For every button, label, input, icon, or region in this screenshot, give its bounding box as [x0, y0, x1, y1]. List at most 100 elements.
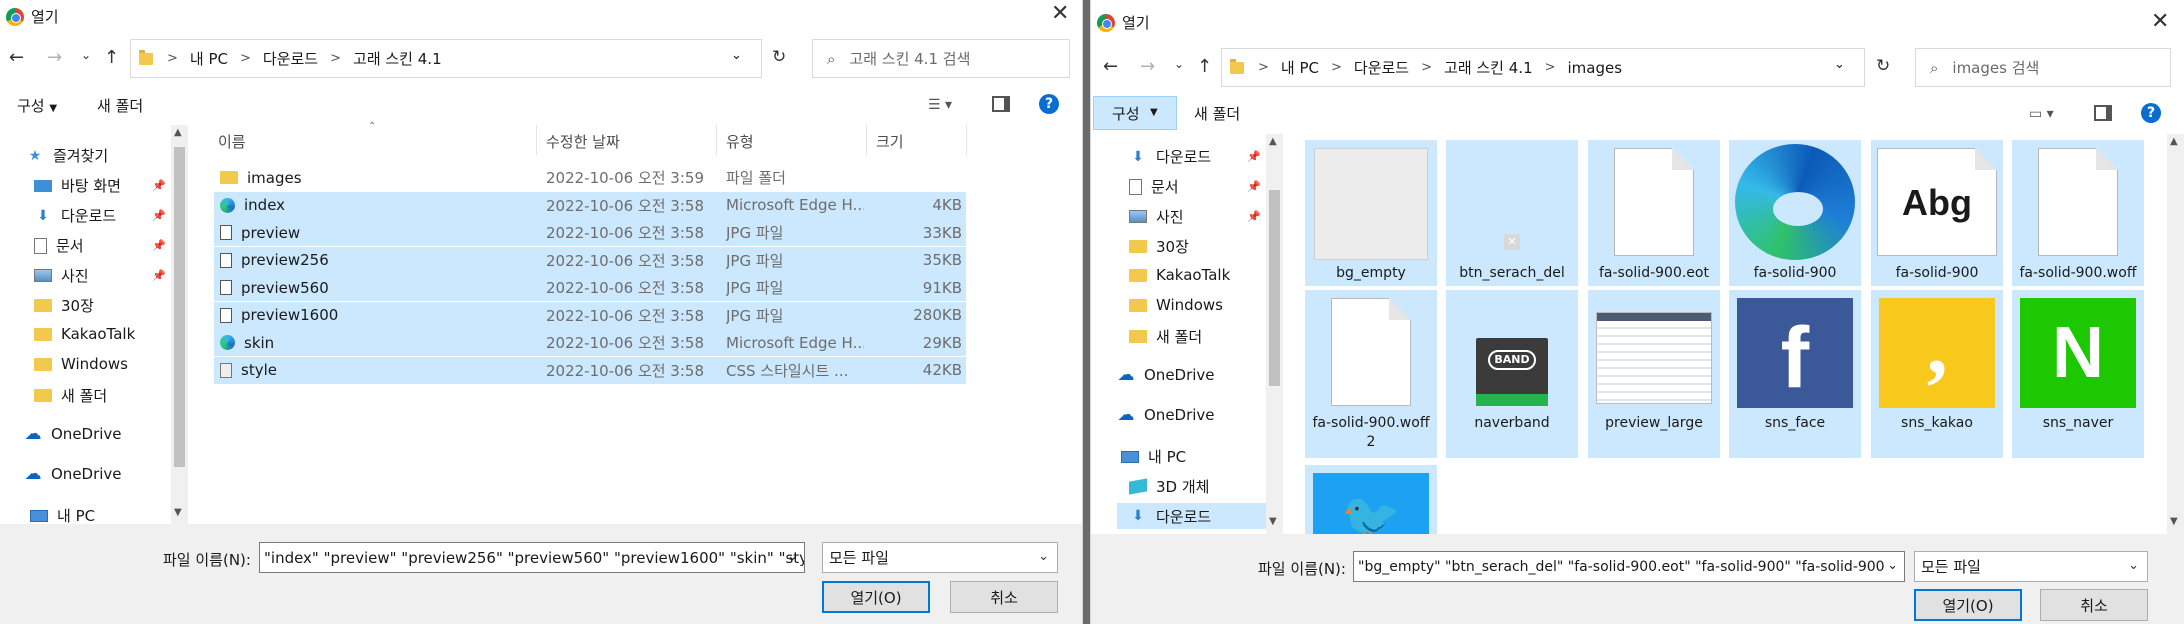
up-icon[interactable]: ↑: [104, 47, 119, 68]
content-scrollbar[interactable]: ▲ ▼: [2167, 134, 2184, 534]
help-icon[interactable]: ?: [1039, 94, 1059, 114]
close-icon[interactable]: ✕: [1051, 3, 1069, 25]
file-tile[interactable]: fa-solid-900.woff: [2012, 140, 2144, 286]
file-tile[interactable]: Abg fa-solid-900: [1871, 140, 2003, 286]
file-tile[interactable]: 🐦: [1305, 465, 1437, 534]
forward-icon[interactable]: →: [47, 47, 62, 68]
nav-item[interactable]: 사진: [34, 265, 89, 286]
back-icon[interactable]: ←: [1103, 56, 1118, 77]
column-divider[interactable]: [716, 125, 717, 155]
nav-item[interactable]: 새 폴더: [1129, 326, 1202, 347]
column-divider[interactable]: [966, 125, 967, 155]
nav-scrollbar[interactable]: ▲ ▼: [1266, 134, 1283, 534]
file-tile[interactable]: BAND naverband: [1446, 290, 1578, 458]
column-header-type[interactable]: 유형: [726, 131, 754, 152]
nav-item[interactable]: ☁ OneDrive: [24, 425, 122, 443]
scroll-thumb[interactable]: [1269, 190, 1280, 386]
chevron-down-icon[interactable]: ⌄: [1884, 558, 1898, 573]
file-tile[interactable]: fa-solid-900.eot: [1588, 140, 1720, 286]
breadcrumb-item[interactable]: 내 PC: [190, 48, 228, 69]
breadcrumb-item[interactable]: 다운로드: [1354, 57, 1409, 78]
up-icon[interactable]: ↑: [1197, 56, 1212, 77]
file-type-select[interactable]: 모든 파일 ⌄: [822, 542, 1058, 573]
file-row[interactable]: images 2022-10-06 오전 3:59 파일 폴더: [214, 164, 966, 191]
column-divider[interactable]: [866, 125, 867, 155]
chevron-down-icon[interactable]: ⌄: [787, 549, 798, 564]
nav-item[interactable]: 내 PC: [1121, 446, 1186, 467]
scroll-up-icon[interactable]: ▲: [174, 127, 182, 138]
file-row[interactable]: skin 2022-10-06 오전 3:58 Microsoft Edge H..…: [214, 329, 966, 356]
organize-button[interactable]: 구성 ▼: [17, 95, 57, 116]
search-input[interactable]: ⌕ images 검색: [1915, 48, 2171, 87]
cancel-button[interactable]: 취소: [2040, 589, 2148, 621]
nav-item[interactable]: 내 PC: [30, 505, 95, 526]
address-dropdown-icon[interactable]: ⌄: [1834, 57, 1845, 72]
file-tile[interactable]: bg_empty: [1305, 140, 1437, 286]
file-tile[interactable]: ‚ sns_kakao: [1871, 290, 2003, 458]
file-tile[interactable]: f sns_face: [1729, 290, 1861, 458]
preview-pane-icon[interactable]: [2094, 105, 2112, 121]
nav-item[interactable]: 새 폴더: [34, 385, 107, 406]
nav-item[interactable]: 30장: [1129, 236, 1189, 257]
breadcrumb-item[interactable]: 다운로드: [263, 48, 318, 69]
scroll-down-icon[interactable]: ▼: [2170, 516, 2178, 527]
refresh-icon[interactable]: ↻: [1876, 56, 1890, 76]
breadcrumb-item[interactable]: 고래 스킨 4.1: [353, 48, 442, 69]
file-row[interactable]: preview560 2022-10-06 오전 3:58 JPG 파일 91KB: [214, 274, 966, 301]
address-bar[interactable]: > 내 PC > 다운로드 > 고래 스킨 4.1 > images ⌄: [1221, 48, 1865, 87]
view-options-icon[interactable]: ☰ ▾: [928, 97, 952, 113]
address-dropdown-icon[interactable]: ⌄: [731, 48, 742, 63]
nav-item[interactable]: 문서: [34, 235, 84, 256]
nav-item[interactable]: 3D 개체: [1129, 476, 1209, 497]
file-row[interactable]: style 2022-10-06 오전 3:58 CSS 스타일시트 ... 42KB: [214, 356, 966, 384]
scroll-up-icon[interactable]: ▲: [1269, 136, 1277, 147]
nav-item[interactable]: ⬇ 다운로드: [1117, 503, 1267, 529]
nav-item[interactable]: 문서: [1129, 176, 1179, 197]
nav-item[interactable]: 30장: [34, 295, 94, 316]
file-tile[interactable]: fa-solid-900.woff2: [1305, 290, 1437, 458]
cancel-button[interactable]: 취소: [950, 581, 1058, 613]
file-row[interactable]: preview256 2022-10-06 오전 3:58 JPG 파일 35KB: [214, 246, 966, 274]
recent-locations-icon[interactable]: ⌄: [1174, 57, 1184, 71]
open-button[interactable]: 열기(O): [822, 581, 930, 613]
nav-item[interactable]: Windows: [1129, 296, 1223, 314]
nav-item[interactable]: KakaoTalk: [1129, 266, 1230, 284]
close-icon[interactable]: ✕: [2151, 11, 2169, 33]
file-row[interactable]: preview 2022-10-06 오전 3:58 JPG 파일 33KB: [214, 219, 966, 246]
new-folder-button[interactable]: 새 폴더: [97, 95, 143, 116]
address-bar[interactable]: > 내 PC > 다운로드 > 고래 스킨 4.1 ⌄: [130, 39, 762, 78]
breadcrumb-item[interactable]: 고래 스킨 4.1: [1444, 57, 1533, 78]
nav-item[interactable]: 바탕 화면: [34, 175, 121, 196]
file-row[interactable]: index 2022-10-06 오전 3:58 Microsoft Edge H.…: [214, 191, 966, 219]
open-button[interactable]: 열기(O): [1914, 589, 2022, 621]
forward-icon[interactable]: →: [1140, 56, 1155, 77]
file-row[interactable]: preview1600 2022-10-06 오전 3:58 JPG 파일 280KB: [214, 301, 966, 329]
refresh-icon[interactable]: ↻: [772, 47, 786, 67]
nav-item[interactable]: 사진: [1129, 206, 1184, 227]
column-header-name[interactable]: 이름: [218, 131, 246, 152]
nav-item[interactable]: ⬇ 다운로드: [1129, 146, 1211, 167]
breadcrumb-item[interactable]: images: [1568, 59, 1623, 77]
nav-scrollbar[interactable]: ▲ ▼: [171, 125, 188, 525]
nav-item[interactable]: ☁ OneDrive: [1117, 406, 1215, 424]
breadcrumb-item[interactable]: 내 PC: [1281, 57, 1319, 78]
column-divider[interactable]: [536, 125, 537, 155]
filename-input[interactable]: "bg_empty" "btn_serach_del" "fa-solid-90…: [1353, 551, 1905, 582]
file-type-select[interactable]: 모든 파일 ⌄: [1914, 551, 2148, 582]
file-tile[interactable]: ✕ btn_serach_del: [1446, 140, 1578, 286]
nav-item[interactable]: ⬇ 다운로드: [34, 205, 116, 226]
filename-input[interactable]: "index" "preview" "preview256" "preview5…: [259, 542, 805, 573]
scroll-up-icon[interactable]: ▲: [2170, 136, 2178, 147]
organize-button[interactable]: 구성 ▼: [1093, 96, 1177, 130]
file-tile[interactable]: preview_large: [1588, 290, 1720, 458]
new-folder-button[interactable]: 새 폴더: [1194, 103, 1240, 124]
help-icon[interactable]: ?: [2141, 103, 2161, 123]
preview-pane-icon[interactable]: [992, 96, 1010, 112]
file-tile[interactable]: fa-solid-900: [1729, 140, 1861, 286]
back-icon[interactable]: ←: [9, 47, 24, 68]
column-header-date[interactable]: 수정한 날짜: [546, 131, 620, 152]
search-input[interactable]: ⌕ 고래 스킨 4.1 검색: [812, 39, 1070, 78]
nav-item[interactable]: ☁ OneDrive: [24, 465, 122, 483]
column-header-size[interactable]: 크기: [876, 131, 904, 152]
file-tile[interactable]: Nsns_naver: [2012, 290, 2144, 458]
